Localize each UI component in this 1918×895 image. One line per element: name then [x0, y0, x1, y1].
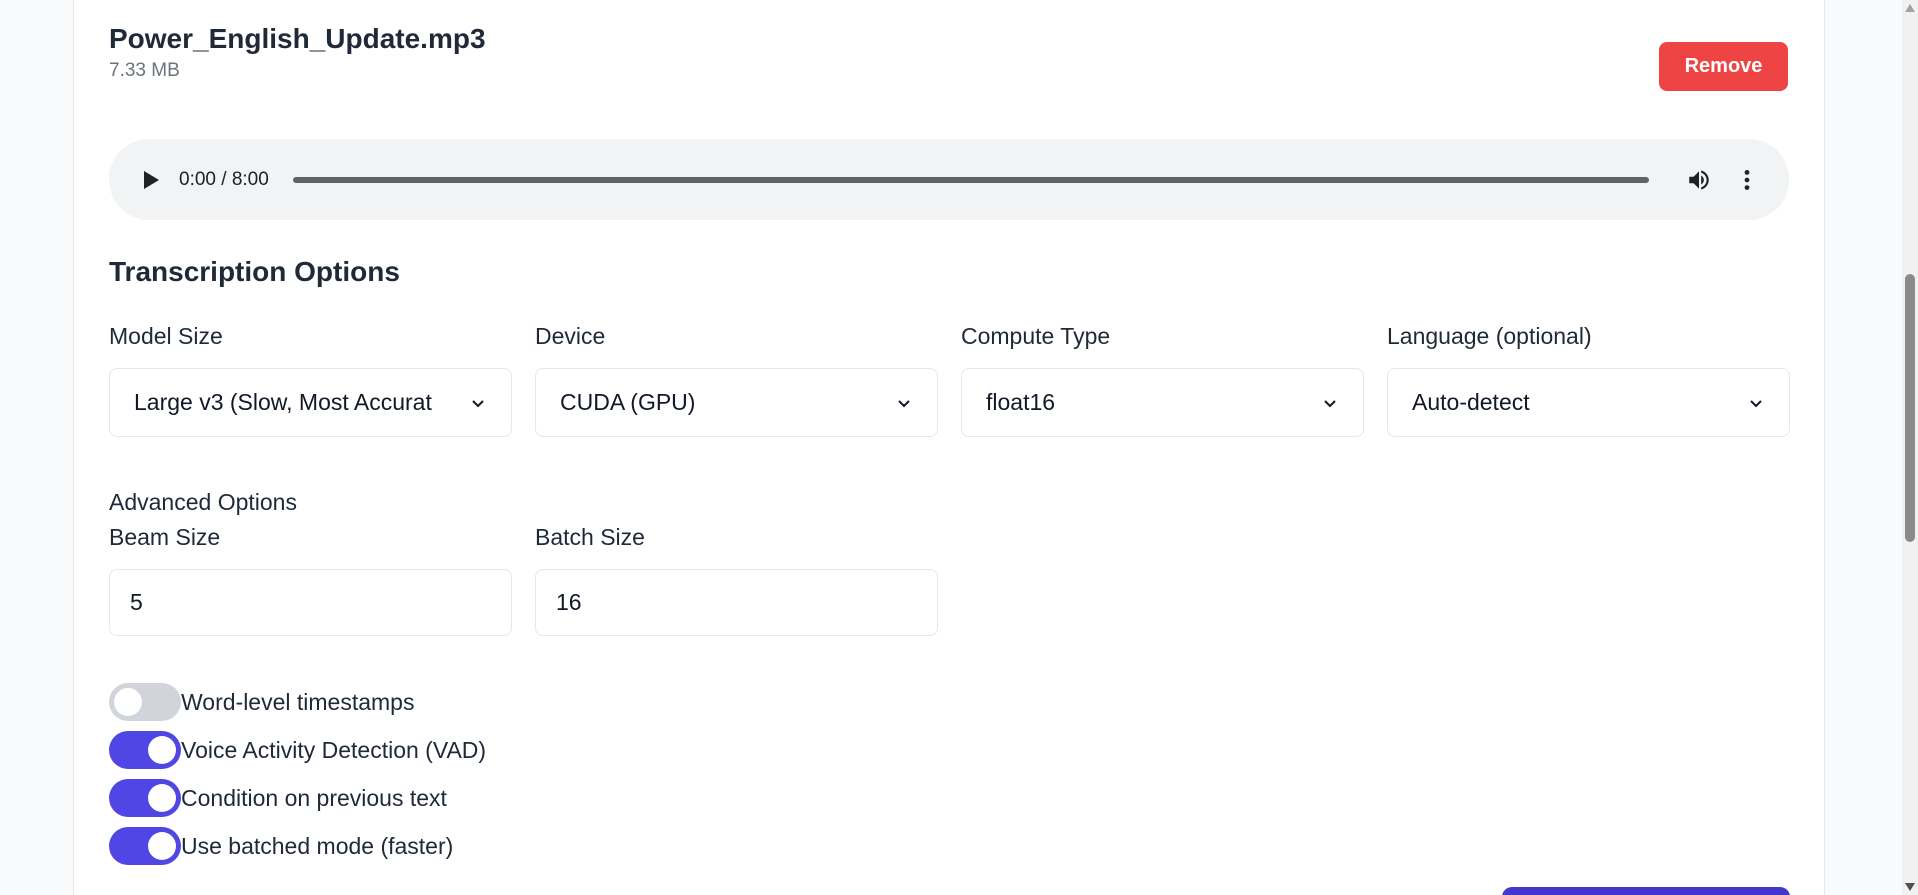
play-icon[interactable]: [139, 168, 163, 192]
section-title: Transcription Options: [109, 256, 400, 287]
batch-size-input[interactable]: 16: [535, 569, 938, 636]
chevron-down-icon: [1750, 399, 1762, 407]
more-vertical-icon[interactable]: [1733, 166, 1761, 194]
file-name: Power_English_Update.mp3: [109, 23, 486, 54]
toggle-label: Voice Activity Detection (VAD): [181, 736, 487, 763]
beam-size-input[interactable]: 5: [109, 569, 512, 636]
toggle-word-timestamps[interactable]: Word-level timestamps: [109, 683, 414, 721]
toggle-switch[interactable]: [109, 683, 181, 721]
toggle-knob: [148, 832, 176, 860]
toggle-knob: [148, 784, 176, 812]
language-value: Auto-detect: [1412, 389, 1530, 415]
toggle-vad[interactable]: Voice Activity Detection (VAD): [109, 731, 486, 769]
chevron-down-icon: [472, 399, 484, 407]
language-select[interactable]: Auto-detect: [1387, 368, 1790, 437]
toggle-label: Condition on previous text: [181, 784, 447, 811]
chevron-down-icon: [1324, 399, 1336, 407]
toggle-knob: [114, 688, 142, 716]
remove-button[interactable]: Remove: [1659, 42, 1788, 91]
advanced-options-title: Advanced Options: [109, 489, 297, 515]
scrollbar[interactable]: [1902, 0, 1918, 895]
model-size-select[interactable]: Large v3 (Slow, Most Accurat: [109, 368, 512, 437]
toggle-knob: [148, 736, 176, 764]
model-size-label: Model Size: [109, 323, 223, 349]
device-value: CUDA (GPU): [560, 389, 696, 415]
compute-type-label: Compute Type: [961, 323, 1111, 349]
scroll-down-icon[interactable]: [1905, 883, 1915, 891]
toggle-label: Use batched mode (faster): [181, 832, 454, 859]
toggle-label: Word-level timestamps: [181, 688, 415, 715]
chevron-down-icon: [898, 399, 910, 407]
scroll-up-icon[interactable]: [1905, 4, 1915, 12]
toggle-switch[interactable]: [109, 827, 181, 865]
toggle-batched-mode[interactable]: Use batched mode (faster): [109, 827, 453, 865]
scroll-thumb[interactable]: [1905, 274, 1915, 542]
device-label: Device: [535, 323, 606, 349]
batch-size-label: Batch Size: [535, 524, 645, 550]
compute-type-select[interactable]: float16: [961, 368, 1364, 437]
file-header: Power_English_Update.mp3 7.33 MB Remove: [109, 20, 1788, 91]
model-size-value: Large v3 (Slow, Most Accurat: [134, 389, 432, 415]
toggle-switch[interactable]: [109, 731, 181, 769]
device-select[interactable]: CUDA (GPU): [535, 368, 938, 437]
file-card: Power_English_Update.mp3 7.33 MB Remove …: [73, 0, 1825, 895]
volume-icon[interactable]: [1685, 166, 1713, 194]
audio-player: 0:00 / 8:00: [109, 139, 1789, 220]
file-size: 7.33 MB: [109, 60, 180, 81]
transcribe-button[interactable]: [1502, 887, 1790, 895]
time-display: 0:00 / 8:00: [179, 168, 269, 190]
progress-bar[interactable]: [292, 176, 1649, 183]
beam-size-label: Beam Size: [109, 524, 221, 550]
toggle-switch[interactable]: [109, 779, 181, 817]
toggle-condition-previous[interactable]: Condition on previous text: [109, 779, 447, 817]
language-label: Language (optional): [1387, 323, 1592, 349]
compute-type-value: float16: [986, 389, 1056, 415]
